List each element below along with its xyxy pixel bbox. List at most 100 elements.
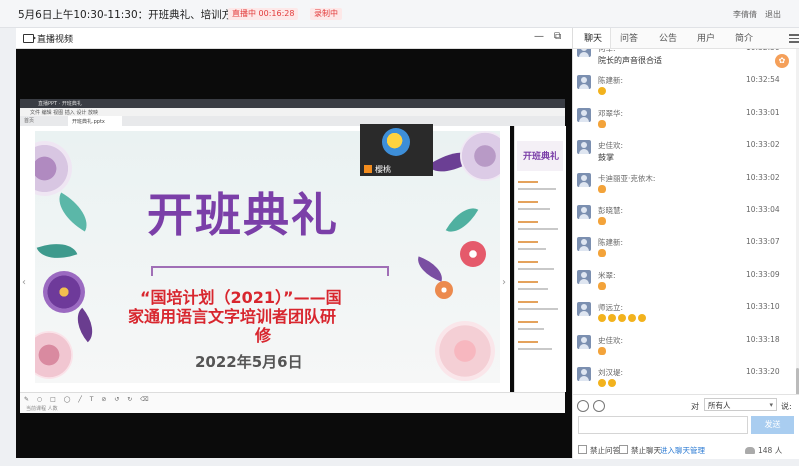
chat-time: 10:33:02 [746,140,780,150]
presenter-avatar [382,128,410,156]
user-avatar-icon [577,75,591,90]
ban-qa-label: 禁止问答 [590,446,620,455]
leaf-decoration [50,192,96,232]
chat-tabs: 聊天 问答 公告 用户 简介 [573,28,799,49]
chat-time: 10:33:04 [746,205,780,214]
top-bar: 5月6日上午10:30-11:30：开班典礼、培训方案解读 直播中 00:16:… [0,0,799,28]
chat-sender: 陈建新: [598,76,624,86]
annotation-tools: ✎ ○ □ ◯ ╱ T ⊘ ↺ ↻ ⌫ [24,396,152,403]
chat-sender: 卡迪丽亚·克依木: [598,173,656,183]
flower-decoration [460,241,486,267]
mini-chat-line [518,301,538,303]
shared-tab-doc: 开班典礼.pptx [68,116,122,126]
flower-decoration [435,321,495,381]
thumbs-emoji-icon [638,314,646,323]
shared-window-titlebar: 直播PPT · 开班典礼 [20,99,565,108]
presenter-camera[interactable]: 樱桃 [360,124,433,176]
thumbs-emoji-icon [628,314,636,323]
mini-chat-line [518,281,538,283]
title-bracket [151,266,389,276]
tab-chat[interactable]: 聊天 [584,31,602,44]
chat-time: 10:33:10 [746,302,780,312]
chat-message: 师远立: 10:33:10 [573,299,799,331]
chat-time: 10:33:09 [746,269,780,279]
tab-users[interactable]: 用户 [697,31,715,44]
mini-chat-line [518,308,558,310]
menu-list-icon[interactable] [789,33,799,43]
minimize-icon[interactable]: — [534,31,544,42]
recipient-select[interactable]: 所有人 [704,398,777,412]
user-avatar-icon [577,302,591,317]
chat-sender: 邓翠华: [598,108,624,118]
user-avatar-icon [577,49,591,57]
chat-message: 卡迪丽亚·克依木: 10:33:02 [573,170,799,202]
video-stage[interactable]: 直播PPT · 开班典礼 文件 编辑 视图 插入 设计 放映 首页 开班典礼.p… [16,49,572,458]
slide-date: 2022年5月6日 [195,353,303,371]
chat-time: 10:32:54 [746,75,780,85]
shared-status-text: 当前课程 人数 [26,406,58,412]
chat-message: 何军: 10:32:50 院长的声音很合适 [573,49,799,72]
popout-icon[interactable]: ⧉ [554,31,561,42]
tab-intro[interactable]: 简介 [735,31,753,44]
video-panel-label: 直播视频 [37,35,74,45]
shared-side-chat: 开班典礼 [514,126,566,392]
enter-chat-manage-link[interactable]: 进入聊天管理 [660,445,705,456]
chat-content [598,249,608,258]
chat-message: 史佳欢: 10:33:02 鼓掌 [573,137,799,169]
mini-chat-line [518,268,554,270]
chat-text: 院长的声音很合适 [598,56,662,65]
ban-chat-checkbox[interactable]: 禁止聊天 [619,445,661,456]
flower-gift-button[interactable]: ✿ [775,54,789,68]
prev-slide-icon[interactable]: ‹ [22,277,32,291]
clap-emoji-icon [598,249,606,258]
chat-time: 10:33:07 [746,237,780,247]
to-label: 对 [691,402,699,411]
user-avatar-icon [577,107,591,122]
chat-message: 彭晓慧: 10:33:04 [573,202,799,234]
mini-chat-line [518,221,538,223]
chat-content [598,281,608,291]
chat-content [598,217,608,226]
chat-time: 10:33:20 [746,367,780,376]
chat-time: 10:33:02 [746,172,780,182]
user-avatar-icon [577,237,591,252]
user-avatar-icon [577,140,591,155]
tab-notice[interactable]: 公告 [659,31,677,44]
thumbs-emoji-icon [618,314,626,323]
send-button[interactable]: 发送 [751,416,794,434]
leaf-decoration [413,256,447,282]
tab-qa[interactable]: 问答 [620,31,638,44]
clap-emoji-icon [598,281,606,290]
chat-time: 10:33:01 [746,107,780,117]
mini-slide-title: 开班典礼 [523,152,560,162]
next-slide-icon[interactable]: › [502,277,512,291]
sticker-icon[interactable] [593,400,605,412]
mini-chat-line [518,348,552,350]
mini-chat-line [518,261,538,263]
logout-link[interactable]: 退出 [765,9,781,20]
ban-qa-checkbox[interactable]: 禁止问答 [578,445,620,456]
users-icon [745,447,755,454]
chat-input-zone: 对 所有人 说: 发送 禁止问答 禁止聊天 进入聊天管理 148 人 [573,394,799,459]
mini-chat-line [518,321,538,323]
chat-content [598,184,608,194]
chat-message: 陈建新: 10:33:07 [573,234,799,266]
chat-time: 10:32:50 [746,49,780,52]
emoji-icon[interactable] [577,400,589,412]
shared-tab-doc-label: 开班典礼.pptx [72,119,105,125]
chat-content [598,379,618,388]
chat-input[interactable] [578,416,748,434]
flower-decoration [43,271,85,313]
flower-decoration [35,331,73,379]
live-status-badge: 直播中 00:16:28 [228,8,299,20]
mini-chat-line [518,328,544,330]
video-panel-header: 直播视频 — ⧉ [16,28,572,49]
chat-content [598,87,608,96]
user-avatar-icon [577,172,591,187]
chat-content: 鼓掌 [598,152,614,163]
flower-decoration [435,281,453,299]
chat-sender: 史佳欢: [598,335,624,345]
chat-message-list[interactable]: 何军: 10:32:50 院长的声音很合适陈建新: 10:32:54 邓翠华: 10:33… [573,49,799,406]
chat-sender: 何军: [598,49,616,54]
recording-badge: 录制中 [310,8,342,20]
